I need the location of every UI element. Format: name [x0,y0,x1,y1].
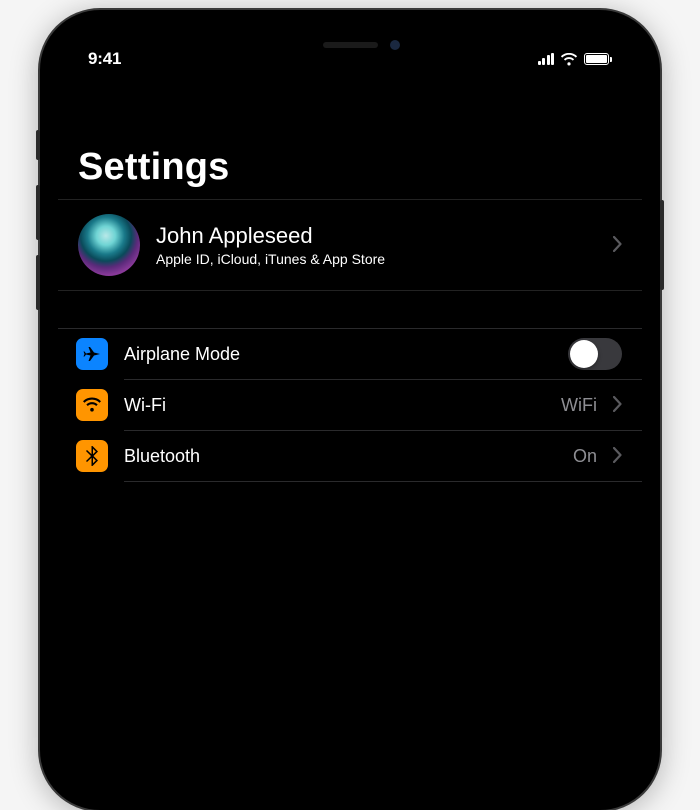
volume-down-button [36,255,40,310]
screen: 9:41 Settings John Appleseed [58,28,642,792]
bluetooth-label: Bluetooth [124,446,557,467]
airplane-mode-row[interactable]: Airplane Mode [58,329,642,379]
wifi-status-icon [560,53,578,66]
side-button [660,200,664,290]
notch [235,28,465,62]
status-time: 9:41 [88,49,121,69]
divider [124,481,642,482]
mute-switch [36,130,40,160]
section-gap [58,291,642,329]
phone-frame: 9:41 Settings John Appleseed [40,10,660,810]
chevron-right-icon [613,392,622,418]
cellular-signal-icon [538,53,555,65]
wifi-icon [76,389,108,421]
account-text: John Appleseed Apple ID, iCloud, iTunes … [156,223,597,267]
toggle-knob [570,340,598,368]
chevron-right-icon [613,232,622,258]
bluetooth-value: On [573,446,597,467]
wifi-value: WiFi [561,395,597,416]
front-camera [390,40,400,50]
airplane-icon [76,338,108,370]
battery-icon [584,53,612,65]
avatar [78,214,140,276]
airplane-mode-toggle[interactable] [568,338,622,370]
airplane-mode-label: Airplane Mode [124,344,552,365]
bluetooth-icon [76,440,108,472]
volume-up-button [36,185,40,240]
wifi-label: Wi-Fi [124,395,545,416]
settings-content: Settings John Appleseed Apple ID, iCloud… [58,76,642,482]
account-subtitle: Apple ID, iCloud, iTunes & App Store [156,251,597,267]
status-icons [538,53,613,66]
speaker-grille [323,42,378,48]
account-name: John Appleseed [156,223,597,249]
apple-id-row[interactable]: John Appleseed Apple ID, iCloud, iTunes … [58,199,642,291]
wifi-row[interactable]: Wi-Fi WiFi [58,380,642,430]
page-title: Settings [58,146,642,199]
chevron-right-icon [613,443,622,469]
bluetooth-row[interactable]: Bluetooth On [58,431,642,481]
